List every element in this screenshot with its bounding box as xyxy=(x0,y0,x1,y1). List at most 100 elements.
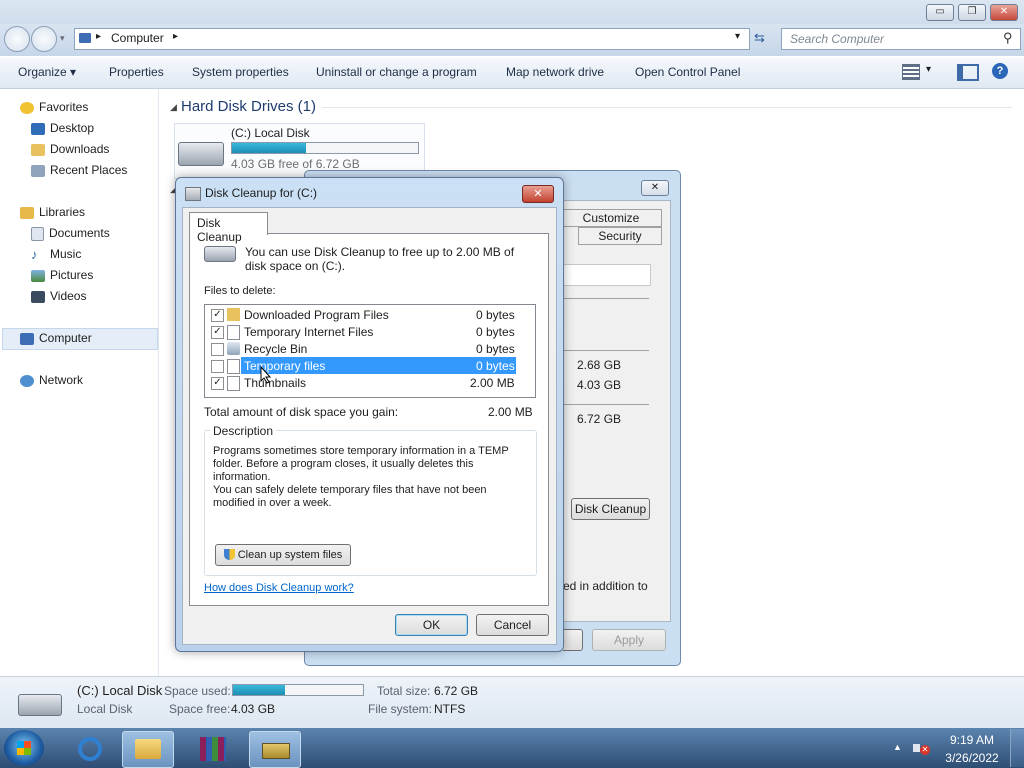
search-icon[interactable]: ⚲ xyxy=(1003,30,1013,46)
tab-security[interactable]: Security xyxy=(578,227,662,245)
winrar-icon xyxy=(200,737,226,761)
taskbar-windows-explorer[interactable] xyxy=(122,731,174,768)
total-gain-label: Total amount of disk space you gain: xyxy=(204,405,399,419)
checkbox[interactable] xyxy=(211,360,224,373)
preview-pane-icon[interactable] xyxy=(957,64,979,81)
description-text-1: Programs sometimes store temporary infor… xyxy=(213,445,509,483)
address-dropdown-icon[interactable]: ▾ xyxy=(735,31,740,42)
nav-documents[interactable]: Documents xyxy=(31,226,110,241)
system-properties-button[interactable]: System properties xyxy=(192,65,289,79)
change-view-icon[interactable] xyxy=(902,64,920,80)
volume-muted-icon[interactable]: ✕ xyxy=(913,740,931,756)
breadcrumb-arrow-icon[interactable]: ▸ xyxy=(96,31,101,42)
clean-up-system-files-button[interactable]: Clean up system files xyxy=(215,544,351,566)
desktop-icon xyxy=(31,122,45,135)
tab-disk-cleanup[interactable]: Disk Cleanup xyxy=(189,212,268,244)
breadcrumb-computer[interactable]: Computer xyxy=(111,31,164,45)
clock-time[interactable]: 9:19 AM xyxy=(948,733,996,747)
nav-pictures[interactable]: Pictures xyxy=(31,268,93,282)
cancel-button-partial[interactable] xyxy=(563,629,583,651)
checkbox[interactable]: ✓ xyxy=(211,326,224,339)
network-icon xyxy=(20,374,34,387)
forward-button[interactable] xyxy=(31,26,57,52)
dialog-title: Disk Cleanup for (C:) xyxy=(205,186,318,200)
recent-pages-chevron-icon[interactable]: ▾ xyxy=(60,33,65,44)
nav-videos[interactable]: Videos xyxy=(31,289,86,303)
tab-customize[interactable]: Customize xyxy=(560,209,662,227)
nav-desktop[interactable]: Desktop xyxy=(31,121,94,135)
nav-downloads[interactable]: Downloads xyxy=(31,142,109,156)
computer-icon xyxy=(20,332,34,345)
back-button[interactable] xyxy=(4,26,30,52)
apply-button[interactable]: Apply xyxy=(592,629,666,651)
details-usage-bar xyxy=(232,684,364,696)
heading-divider xyxy=(322,107,1012,108)
refresh-icon[interactable]: ⇆ xyxy=(754,30,765,46)
search-box[interactable]: Search Computer ⚲ xyxy=(781,28,1021,50)
checkbox[interactable]: ✓ xyxy=(211,377,224,390)
view-dropdown-icon[interactable]: ▾ xyxy=(926,64,931,75)
used-space-value: 2.68 GB xyxy=(577,358,622,372)
collapse-group-icon[interactable]: ◢ xyxy=(170,102,177,113)
properties-button[interactable]: Properties xyxy=(109,65,164,79)
checkbox[interactable] xyxy=(211,343,224,356)
disk-cleanup-icon xyxy=(262,743,290,759)
file-icon xyxy=(227,359,240,374)
map-network-drive-button[interactable]: Map network drive xyxy=(506,65,604,79)
free-space-value: 4.03 GB xyxy=(577,378,622,392)
taskbar-internet-explorer[interactable] xyxy=(66,731,116,766)
nav-network[interactable]: Network xyxy=(20,373,83,387)
show-desktop-button[interactable] xyxy=(1010,729,1024,767)
star-icon xyxy=(20,101,34,114)
window-titlebar xyxy=(0,0,1024,26)
dialog-close-button[interactable]: ✕ xyxy=(522,185,554,203)
downloads-folder-icon xyxy=(31,143,45,156)
folder-icon xyxy=(227,308,240,321)
recycle-bin-icon xyxy=(227,342,240,355)
clock-date[interactable]: 3/26/2022 xyxy=(942,751,1002,765)
maximize-button[interactable]: ❐ xyxy=(958,4,986,21)
minimize-button[interactable]: ▭ xyxy=(926,4,954,21)
nav-favorites[interactable]: Favorites xyxy=(20,100,88,114)
disk-usage-fill xyxy=(232,143,307,153)
show-hidden-icons-icon[interactable]: ▲ xyxy=(893,742,902,752)
list-item-downloaded-program-files[interactable]: ✓ Downloaded Program Files 0 bytes xyxy=(206,306,532,323)
list-item-thumbnails[interactable]: ✓ Thumbnails 2.00 MB xyxy=(206,374,532,391)
disk-usage-bar xyxy=(231,142,419,154)
checkbox[interactable]: ✓ xyxy=(211,309,224,322)
computer-icon xyxy=(79,33,91,43)
file-lock-icon xyxy=(227,325,240,340)
cleanup-intro-text: You can use Disk Cleanup to free up to 2… xyxy=(245,245,515,273)
compress-text-partial: ed in addition to xyxy=(563,579,648,593)
hard-disk-drives-heading: Hard Disk Drives (1) xyxy=(181,98,317,115)
file-system-label: File system: xyxy=(368,702,433,716)
cancel-button[interactable]: Cancel xyxy=(476,614,549,636)
taskbar-winrar[interactable] xyxy=(188,731,238,766)
file-system-value: NTFS xyxy=(434,702,466,716)
nav-music[interactable]: ♪ Music xyxy=(31,247,81,261)
start-button[interactable] xyxy=(4,730,44,766)
nav-computer[interactable]: Computer xyxy=(20,331,92,345)
divider xyxy=(563,298,649,299)
volume-label-input[interactable] xyxy=(563,264,651,286)
properties-close-button[interactable]: ✕ xyxy=(641,180,669,196)
close-window-button[interactable]: ✕ xyxy=(990,4,1018,21)
disk-cleanup-button[interactable]: Disk Cleanup xyxy=(571,498,650,520)
space-free-value: 4.03 GB xyxy=(231,702,276,716)
organize-menu[interactable]: Organize ▾ xyxy=(18,65,76,79)
list-item-temporary-internet-files[interactable]: ✓ Temporary Internet Files 0 bytes xyxy=(206,323,532,340)
ok-button[interactable]: OK xyxy=(395,614,468,636)
disk-cleanup-icon xyxy=(185,187,201,201)
list-item-temporary-files[interactable]: Temporary files 0 bytes xyxy=(206,357,532,374)
help-icon[interactable]: ? xyxy=(992,63,1008,79)
list-item-recycle-bin[interactable]: Recycle Bin 0 bytes xyxy=(206,340,532,357)
open-control-panel-button[interactable]: Open Control Panel xyxy=(635,65,740,79)
nav-libraries[interactable]: Libraries xyxy=(20,205,85,219)
uninstall-program-button[interactable]: Uninstall or change a program xyxy=(316,65,477,79)
taskbar-disk-cleanup[interactable] xyxy=(249,731,301,768)
nav-recent-places[interactable]: Recent Places xyxy=(31,163,127,177)
how-does-disk-cleanup-work-link[interactable]: How does Disk Cleanup work? xyxy=(204,582,354,594)
breadcrumb-arrow-icon[interactable]: ▸ xyxy=(173,31,178,42)
address-box[interactable]: ▸ Computer ▸ ▾ xyxy=(74,28,750,50)
details-disk-name: (C:) Local Disk xyxy=(77,683,163,698)
